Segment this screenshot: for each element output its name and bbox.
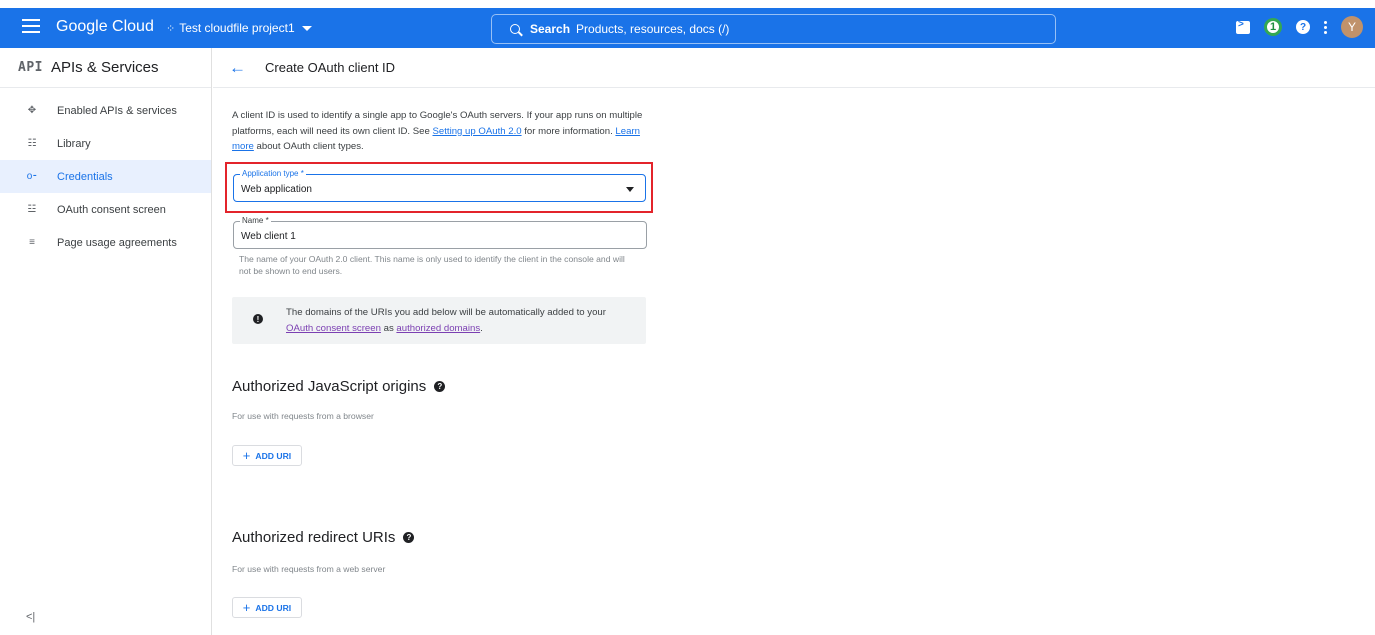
plus-icon: + <box>242 599 251 615</box>
setting-up-oauth-link[interactable]: Setting up OAuth 2.0 <box>433 126 522 137</box>
application-type-value: Web application <box>241 184 312 195</box>
google-cloud-logo[interactable]: Google Cloud <box>56 18 154 36</box>
authorized-domains-link[interactable]: authorized domains <box>396 323 480 334</box>
redirect-uris-heading: Authorized redirect URIs ? <box>232 529 415 546</box>
sidebar-header: API APIs & Services <box>0 48 211 88</box>
more-vert-icon[interactable] <box>1324 20 1327 34</box>
redirect-uris-subtitle: For use with requests from a web server <box>232 564 386 574</box>
search-label: Search <box>530 22 571 36</box>
project-name: Test cloudfile project1 <box>179 21 295 35</box>
project-icon: ⁘ <box>166 22 175 35</box>
sidebar-item-oauth-consent[interactable]: ☳ OAuth consent screen <box>0 193 211 226</box>
menu-icon[interactable] <box>22 19 40 37</box>
name-value: Web client 1 <box>241 231 296 242</box>
agreements-icon: ≡ <box>29 237 35 248</box>
sidebar-item-label: Enabled APIs & services <box>57 104 177 117</box>
add-js-origin-uri-button[interactable]: + ADD URI <box>232 445 302 466</box>
project-picker[interactable]: ⁘ Test cloudfile project1 <box>166 21 312 35</box>
sidebar-item-label: Page usage agreements <box>57 236 177 249</box>
sidebar-item-label: OAuth consent screen <box>57 203 166 216</box>
cloud-shell-icon[interactable] <box>1236 19 1250 34</box>
library-icon: ☷ <box>27 138 37 149</box>
notifications-badge[interactable]: 1 <box>1264 18 1282 36</box>
help-icon[interactable]: ? <box>1296 20 1310 34</box>
sidebar: API APIs & Services ✥ Enabled APIs & ser… <box>0 48 212 635</box>
topbar-actions: 1 ? Y <box>1236 16 1363 38</box>
plus-icon: + <box>242 447 251 463</box>
add-redirect-uri-button[interactable]: + ADD URI <box>232 597 302 618</box>
sidebar-nav: ✥ Enabled APIs & services ☷ Library o⁃ C… <box>0 94 211 259</box>
api-logo: API <box>18 60 43 75</box>
application-type-select[interactable]: Application type * Web application <box>233 169 646 202</box>
sidebar-item-library[interactable]: ☷ Library <box>0 127 211 160</box>
key-icon: o⁃ <box>26 171 38 182</box>
chevron-down-icon <box>301 25 312 31</box>
intro-paragraph: A client ID is used to identify a single… <box>232 110 643 152</box>
info-banner: ! The domains of the URIs you add below … <box>232 297 646 344</box>
avatar[interactable]: Y <box>1341 16 1363 38</box>
name-helper-text: The name of your OAuth 2.0 client. This … <box>239 254 625 276</box>
page: Google Cloud ⁘ Test cloudfile project1 S… <box>0 0 1375 635</box>
sidebar-title: APIs & Services <box>50 59 159 76</box>
sidebar-item-enabled-apis[interactable]: ✥ Enabled APIs & services <box>0 94 211 127</box>
top-app-bar: Google Cloud ⁘ Test cloudfile project1 S… <box>0 8 1375 48</box>
js-origins-subtitle: For use with requests from a browser <box>232 411 374 421</box>
apis-icon: ✥ <box>27 105 37 116</box>
search-placeholder: Products, resources, docs (/) <box>576 22 730 36</box>
name-field[interactable]: Name * Web client 1 <box>233 216 647 249</box>
sidebar-item-page-usage[interactable]: ≡ Page usage agreements <box>0 226 211 259</box>
oauth-consent-screen-link[interactable]: OAuth consent screen <box>286 323 381 334</box>
sidebar-item-credentials[interactable]: o⁃ Credentials <box>0 160 211 193</box>
name-label: Name * <box>240 216 271 225</box>
page-title: Create OAuth client ID <box>265 60 396 75</box>
help-icon[interactable]: ? <box>403 532 415 543</box>
back-arrow-icon[interactable]: ← <box>229 58 246 78</box>
main-content: ← Create OAuth client ID A client ID is … <box>213 48 1375 635</box>
collapse-sidebar-icon[interactable]: <| <box>26 611 35 623</box>
consent-icon: ☳ <box>27 204 37 215</box>
info-icon: ! <box>253 314 263 324</box>
js-origins-heading: Authorized JavaScript origins ? <box>232 378 446 395</box>
dropdown-arrow-icon <box>626 187 634 192</box>
help-icon[interactable]: ? <box>434 381 446 392</box>
sidebar-item-label: Credentials <box>57 170 113 183</box>
search-icon <box>510 24 520 34</box>
search-input[interactable]: Search Products, resources, docs (/) <box>491 14 1056 44</box>
sidebar-item-label: Library <box>57 137 91 150</box>
application-type-label: Application type * <box>240 169 306 178</box>
page-header: ← Create OAuth client ID <box>213 48 1375 88</box>
